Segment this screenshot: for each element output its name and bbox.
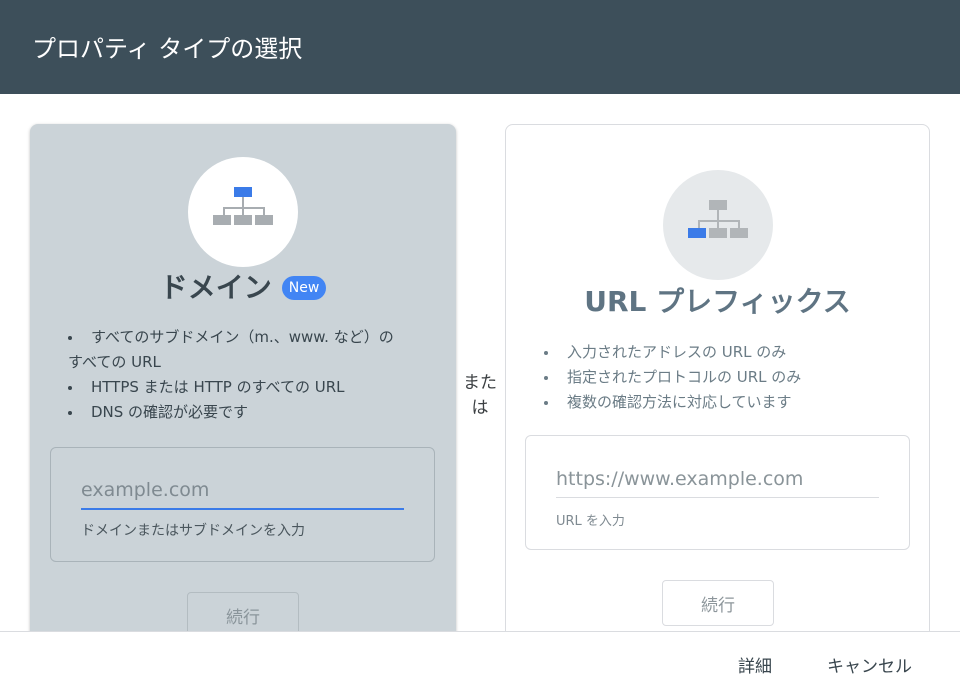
domain-icon-circle xyxy=(188,157,298,267)
url-prefix-card-title: URL プレフィックス xyxy=(584,285,851,318)
domain-input-box: ドメインまたはサブドメインを入力 xyxy=(50,447,435,562)
bullet-text: HTTPS または HTTP のすべての URL xyxy=(91,378,345,396)
domain-property-card[interactable]: ドメイン New すべてのサブドメイン（m.、www. など）の すべての URL… xyxy=(30,124,456,684)
dialog-footer: 詳細 キャンセル xyxy=(0,631,960,697)
bullet-text-continued: すべての URL xyxy=(68,353,161,371)
new-badge: New xyxy=(281,276,327,300)
cancel-button[interactable]: キャンセル xyxy=(827,652,912,677)
domain-input[interactable] xyxy=(81,472,404,510)
dialog-header: プロパティ タイプの選択 xyxy=(0,0,960,94)
url-prefix-title-row: URL プレフィックス xyxy=(506,282,929,322)
or-divider-label: または xyxy=(463,373,497,418)
list-item: 入力されたアドレスの URL のみ xyxy=(544,340,904,365)
url-prefix-feature-list: 入力されたアドレスの URL のみ 指定されたプロトコルの URL のみ 複数の… xyxy=(544,340,904,415)
sitemap-icon xyxy=(688,200,748,238)
bullet-dot xyxy=(68,386,72,390)
domain-feature-list: すべてのサブドメイン（m.、www. など）の すべての URL HTTPS ま… xyxy=(68,325,428,425)
bullet-text: 入力されたアドレスの URL のみ xyxy=(567,343,787,361)
bullet-dot xyxy=(544,351,548,355)
url-prefix-property-card[interactable]: URL プレフィックス 入力されたアドレスの URL のみ 指定されたプロトコル… xyxy=(505,124,930,684)
domain-card-title: ドメイン xyxy=(159,271,272,304)
bullet-dot xyxy=(544,376,548,380)
url-input-box: URL を入力 xyxy=(525,435,910,550)
bullet-text: 指定されたプロトコルの URL のみ xyxy=(567,368,802,386)
bullet-text: DNS の確認が必要です xyxy=(91,403,249,421)
list-item: DNS の確認が必要です xyxy=(68,400,428,425)
bullet-dot xyxy=(68,411,72,415)
bullet-dot xyxy=(68,336,72,340)
domain-input-hint: ドメインまたはサブドメインを入力 xyxy=(81,523,305,539)
bullet-text: 複数の確認方法に対応しています xyxy=(567,393,792,411)
list-item: 複数の確認方法に対応しています xyxy=(544,390,904,415)
list-item: 指定されたプロトコルの URL のみ xyxy=(544,365,904,390)
domain-title-row: ドメイン New xyxy=(30,268,456,308)
list-item: HTTPS または HTTP のすべての URL xyxy=(68,375,428,400)
details-button[interactable]: 詳細 xyxy=(738,652,772,677)
bullet-text: すべてのサブドメイン（m.、www. など）の xyxy=(91,328,394,346)
list-item: すべてのサブドメイン（m.、www. など）の すべての URL xyxy=(68,325,428,375)
url-prefix-icon-circle xyxy=(663,170,773,280)
url-continue-button[interactable]: 続行 xyxy=(662,580,774,626)
url-input-hint: URL を入力 xyxy=(556,514,625,529)
url-input[interactable] xyxy=(556,460,879,498)
sitemap-icon xyxy=(213,187,273,225)
bullet-dot xyxy=(544,401,548,405)
dialog-title: プロパティ タイプの選択 xyxy=(32,35,303,63)
